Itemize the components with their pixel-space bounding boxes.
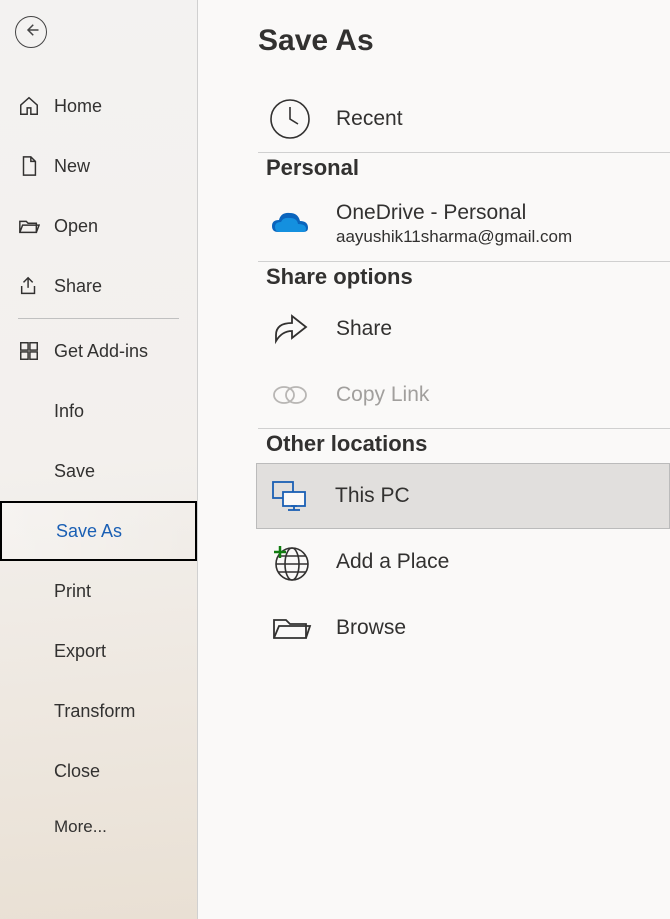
- link-icon: [268, 373, 312, 417]
- page-title: Save As: [258, 24, 670, 58]
- share-arrow-icon: [268, 307, 312, 351]
- option-label: OneDrive - Personal: [336, 201, 572, 225]
- nav-label: Save As: [56, 521, 122, 542]
- nav-close[interactable]: Close: [0, 741, 197, 801]
- onedrive-icon: [268, 202, 312, 246]
- document-icon: [18, 155, 40, 177]
- section-personal: Personal: [266, 155, 662, 181]
- option-sublabel: aayushik11sharma@gmail.com: [336, 227, 572, 247]
- home-icon: [18, 95, 40, 117]
- option-recent[interactable]: Recent: [258, 86, 670, 152]
- clock-icon: [268, 97, 312, 141]
- nav-label: Home: [54, 96, 102, 117]
- option-this-pc[interactable]: This PC: [256, 463, 670, 529]
- addins-icon: [18, 340, 40, 362]
- nav-label: Transform: [54, 701, 135, 722]
- nav-label: Share: [54, 276, 102, 297]
- nav-more[interactable]: More...: [0, 801, 197, 853]
- nav-get-addins[interactable]: Get Add-ins: [0, 321, 197, 381]
- nav-divider: [18, 318, 179, 319]
- nav-label: Export: [54, 641, 106, 662]
- nav-label: New: [54, 156, 90, 177]
- nav-info[interactable]: Info: [0, 381, 197, 441]
- divider: [258, 428, 670, 429]
- nav-save-as[interactable]: Save As: [0, 501, 197, 561]
- globe-plus-icon: [268, 540, 312, 584]
- nav-home[interactable]: Home: [0, 76, 197, 136]
- option-browse[interactable]: Browse: [258, 595, 670, 661]
- nav-label: Get Add-ins: [54, 341, 148, 362]
- nav-label: More...: [54, 817, 107, 837]
- nav-label: Print: [54, 581, 91, 602]
- option-copy-link: Copy Link: [258, 362, 670, 428]
- nav-label: Close: [54, 761, 100, 782]
- option-label: This PC: [335, 484, 410, 508]
- option-add-a-place[interactable]: Add a Place: [258, 529, 670, 595]
- nav-transform[interactable]: Transform: [0, 681, 197, 741]
- option-label: Add a Place: [336, 550, 449, 574]
- nav-label: Open: [54, 216, 98, 237]
- backstage-sidebar: Home New Open Share: [0, 0, 198, 919]
- nav-label: Save: [54, 461, 95, 482]
- nav-print[interactable]: Print: [0, 561, 197, 621]
- nav-share[interactable]: Share: [0, 256, 197, 316]
- option-label: Copy Link: [336, 383, 429, 407]
- option-onedrive-personal[interactable]: OneDrive - Personal aayushik11sharma@gma…: [258, 187, 670, 261]
- divider: [258, 152, 670, 153]
- nav-new[interactable]: New: [0, 136, 197, 196]
- nav-label: Info: [54, 401, 84, 422]
- section-share-options: Share options: [266, 264, 662, 290]
- option-label: Recent: [336, 107, 403, 131]
- nav-open[interactable]: Open: [0, 196, 197, 256]
- option-label: Browse: [336, 616, 406, 640]
- folder-open-icon: [18, 215, 40, 237]
- option-share[interactable]: Share: [258, 296, 670, 362]
- share-icon: [18, 275, 40, 297]
- this-pc-icon: [267, 474, 311, 518]
- nav-export[interactable]: Export: [0, 621, 197, 681]
- section-other-locations: Other locations: [266, 431, 662, 457]
- divider: [258, 261, 670, 262]
- main-panel: Save As Recent Personal: [198, 0, 670, 919]
- option-label: Share: [336, 317, 392, 341]
- back-arrow-icon: [22, 21, 40, 44]
- folder-icon: [268, 606, 312, 650]
- back-button[interactable]: [15, 16, 47, 48]
- nav-save[interactable]: Save: [0, 441, 197, 501]
